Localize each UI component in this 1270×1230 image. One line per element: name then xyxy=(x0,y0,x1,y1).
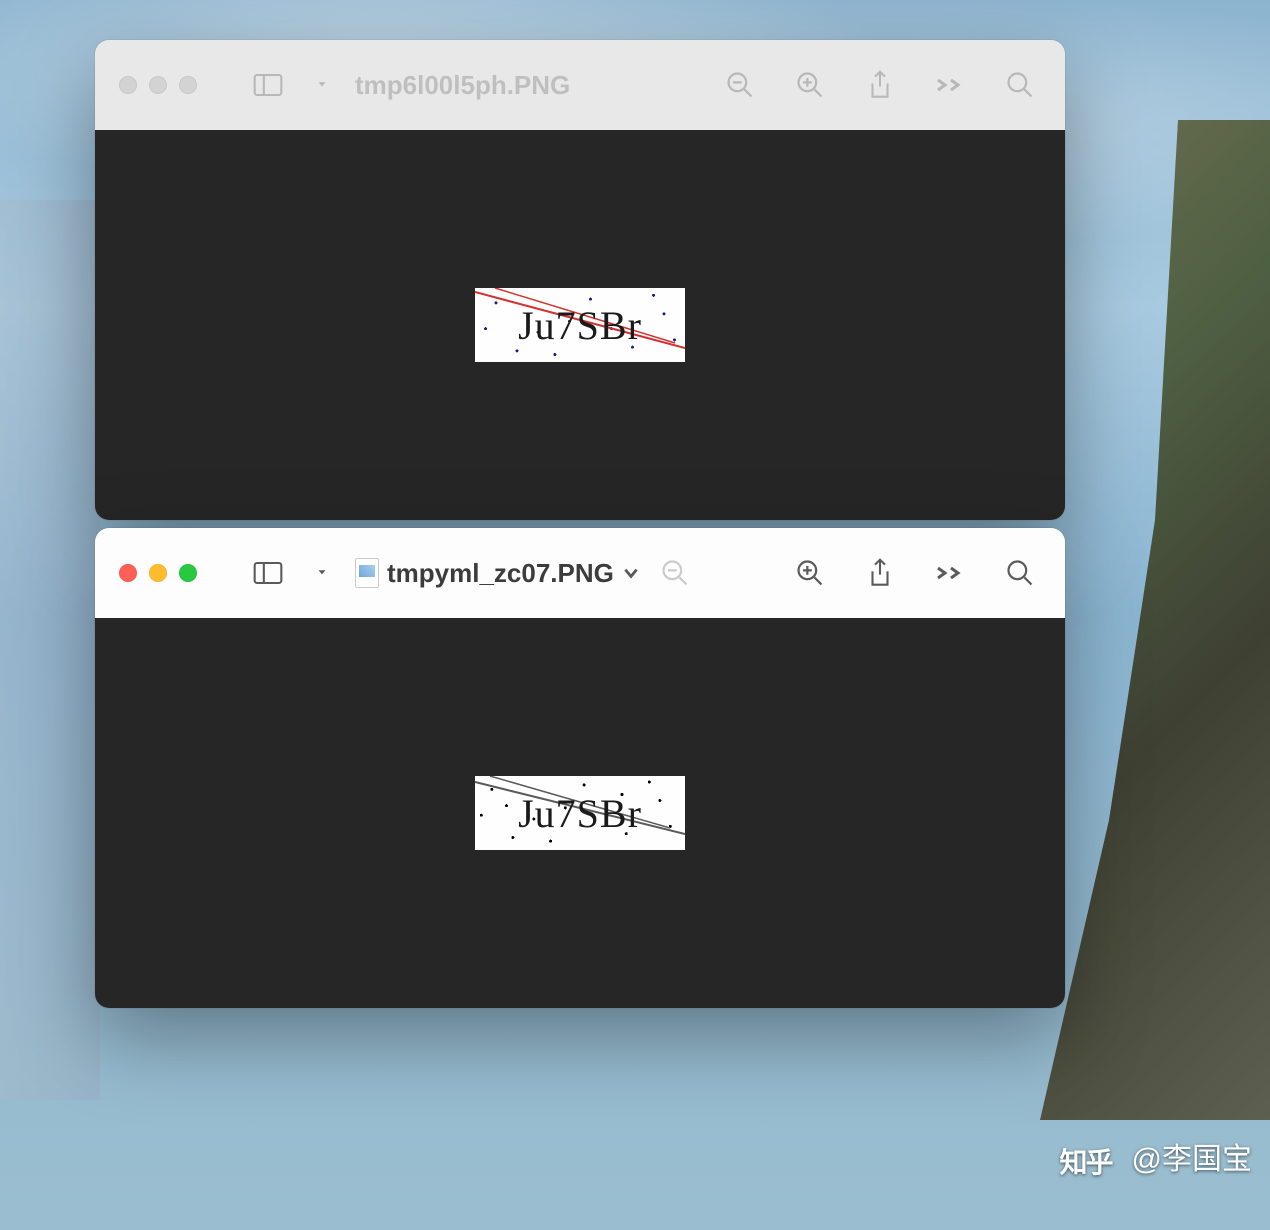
sidebar-menu-button[interactable] xyxy=(309,72,335,98)
overflow-button[interactable] xyxy=(929,552,971,594)
search-button[interactable] xyxy=(999,64,1041,106)
search-icon xyxy=(1005,558,1035,588)
captcha-image: Ju7SBr xyxy=(475,288,685,362)
zoom-in-button[interactable] xyxy=(789,552,831,594)
share-button[interactable] xyxy=(859,64,901,106)
chevron-down-icon[interactable] xyxy=(622,564,640,582)
image-viewport[interactable]: Ju7SBr xyxy=(95,130,1065,520)
fullscreen-button[interactable] xyxy=(179,564,197,582)
traffic-lights xyxy=(119,76,197,94)
sidebar-icon xyxy=(253,70,283,100)
title-area[interactable]: tmp6l00l5ph.PNG xyxy=(355,70,570,101)
sidebar-icon xyxy=(253,558,283,588)
window-title: tmp6l00l5ph.PNG xyxy=(355,70,570,101)
traffic-lights xyxy=(119,564,197,582)
share-icon xyxy=(865,558,895,588)
desktop-background-left xyxy=(0,200,100,1100)
sidebar-menu-button[interactable] xyxy=(309,560,335,586)
title-area[interactable]: tmpyml_zc07.PNG xyxy=(355,558,640,589)
captcha-text: Ju7SBr xyxy=(518,302,642,349)
search-button[interactable] xyxy=(999,552,1041,594)
file-png-icon xyxy=(355,558,379,588)
watermark-author: @李国宝 xyxy=(1132,1134,1252,1178)
zhihu-logo: 知乎 xyxy=(1060,1141,1122,1171)
titlebar[interactable]: tmpyml_zc07.PNG xyxy=(95,528,1065,618)
zoom-in-icon xyxy=(795,70,825,100)
chevron-down-icon xyxy=(315,566,329,580)
chevron-double-right-icon xyxy=(935,558,965,588)
sidebar-toggle-button[interactable] xyxy=(247,64,289,106)
zoom-out-button[interactable] xyxy=(719,64,761,106)
window-title: tmpyml_zc07.PNG xyxy=(387,558,614,589)
chevron-down-icon xyxy=(315,78,329,92)
preview-window-1: tmp6l00l5ph.PNG xyxy=(95,40,1065,520)
watermark: 知乎 @李国宝 xyxy=(1060,1134,1252,1178)
minimize-button[interactable] xyxy=(149,76,167,94)
share-icon xyxy=(865,70,895,100)
share-button[interactable] xyxy=(859,552,901,594)
chevron-double-right-icon xyxy=(935,70,965,100)
zoom-out-button[interactable] xyxy=(654,552,696,594)
sidebar-toggle-button[interactable] xyxy=(247,552,289,594)
captcha-text: Ju7SBr xyxy=(518,790,642,837)
zoom-out-icon xyxy=(660,558,690,588)
captcha-image: Ju7SBr xyxy=(475,776,685,850)
close-button[interactable] xyxy=(119,564,137,582)
minimize-button[interactable] xyxy=(149,564,167,582)
close-button[interactable] xyxy=(119,76,137,94)
preview-window-2: tmpyml_zc07.PNG xyxy=(95,528,1065,1008)
fullscreen-button[interactable] xyxy=(179,76,197,94)
zoom-in-button[interactable] xyxy=(789,64,831,106)
zoom-out-icon xyxy=(725,70,755,100)
zoom-in-icon xyxy=(795,558,825,588)
image-viewport[interactable]: Ju7SBr xyxy=(95,618,1065,1008)
search-icon xyxy=(1005,70,1035,100)
titlebar[interactable]: tmp6l00l5ph.PNG xyxy=(95,40,1065,130)
overflow-button[interactable] xyxy=(929,64,971,106)
